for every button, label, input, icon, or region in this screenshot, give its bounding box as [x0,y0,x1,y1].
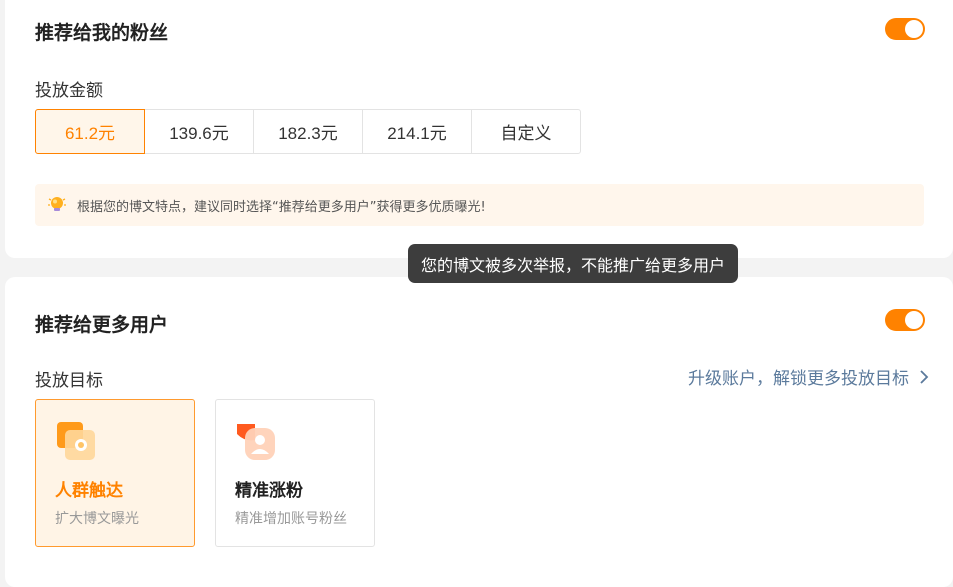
chevron-right-icon [920,369,929,384]
upgrade-account-link[interactable]: 升级账户，解锁更多投放目标 [688,364,929,389]
target-desc: 扩大博文曝光 [55,511,139,527]
target-name: 人群触达 [55,481,123,501]
toggle-knob [905,20,923,38]
target-crowd-reach[interactable]: 人群触达 扩大博文曝光 [35,399,195,547]
lightbulb-icon [48,197,66,211]
upgrade-link-text: 升级账户，解锁更多投放目标 [688,369,909,389]
amount-option-4[interactable]: 214.1元 [362,109,472,154]
amount-option-3[interactable]: 182.3元 [253,109,363,154]
amount-label: 投放金额 [35,81,103,101]
amount-options: 61.2元 139.6元 182.3元 214.1元 自定义 [35,109,581,154]
target-name: 精准涨粉 [235,481,303,501]
more-users-section-card: 推荐给更多用户 投放目标 升级账户，解锁更多投放目标 人群触达 扩大博文曝光 精… [5,277,953,587]
fans-section-toggle[interactable] [885,18,925,40]
amount-option-2[interactable]: 139.6元 [144,109,254,154]
toggle-knob [905,311,923,329]
target-precise-fans[interactable]: 精准涨粉 精准增加账号粉丝 [215,399,375,547]
more-users-section-title: 推荐给更多用户 [35,314,169,336]
report-warning-tooltip: 您的博文被多次举报，不能推广给更多用户 [408,244,739,283]
tip-text: 根据您的博文特点，建议同时选择“推荐给更多用户”获得更多优质曝光! [77,199,486,215]
amount-option-1[interactable]: 61.2元 [35,109,145,154]
target-desc: 精准增加账号粉丝 [235,511,347,527]
amount-option-custom[interactable]: 自定义 [471,109,581,154]
crowd-reach-icon [57,422,95,460]
fans-section-title: 推荐给我的粉丝 [35,22,169,44]
target-label: 投放目标 [35,371,103,391]
fans-section-card: 推荐给我的粉丝 投放金额 61.2元 139.6元 182.3元 214.1元 … [5,0,953,258]
precise-fans-icon [237,424,275,460]
suggestion-tip: 根据您的博文特点，建议同时选择“推荐给更多用户”获得更多优质曝光! [35,184,924,226]
more-users-section-toggle[interactable] [885,309,925,331]
